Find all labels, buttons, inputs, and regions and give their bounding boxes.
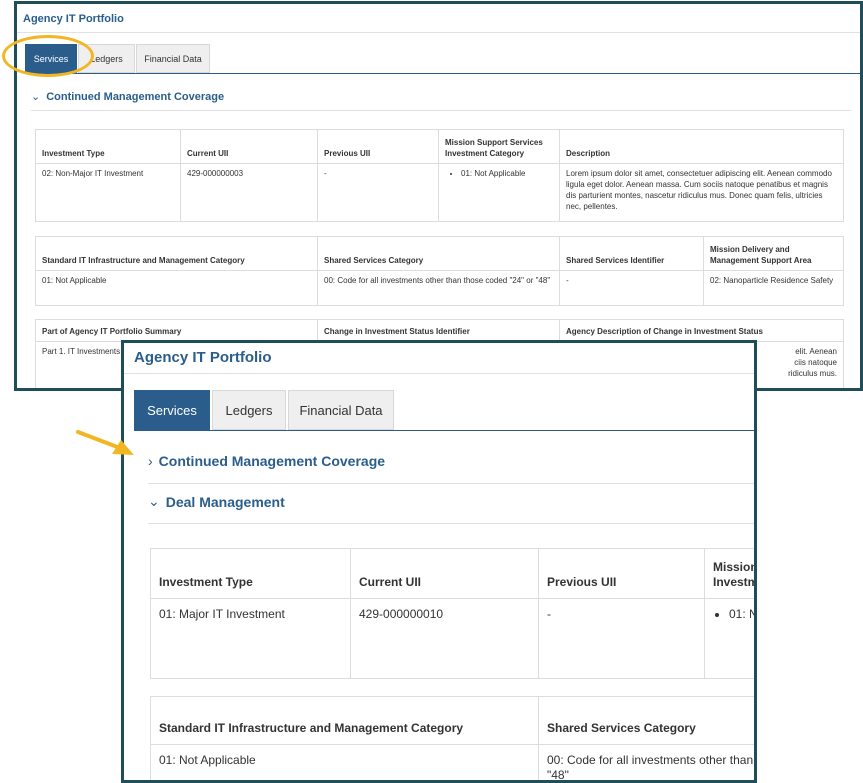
title-divider [17, 32, 860, 33]
cell-line: 00: Code for all investments other than … [547, 753, 757, 767]
table-row: 01: Major IT Investment 429-000000010 - … [150, 598, 754, 679]
column-header: Current UII [180, 129, 318, 164]
front-screenshot-panel: Agency IT Portfolio Services Ledgers Fin… [121, 340, 757, 783]
tab-services[interactable]: Services [134, 390, 210, 430]
column-header: Description [559, 129, 844, 164]
column-header: Standard IT Infrastructure and Managemen… [35, 236, 318, 271]
column-header: Current UII [350, 548, 539, 599]
tab-financial-data[interactable]: Financial Data [288, 390, 394, 430]
table-cell: 00: Code for all investments other than … [538, 744, 757, 782]
column-header: Shared Services Category [538, 696, 754, 745]
investment-table: Investment Type Current UII Previous UII… [150, 548, 757, 679]
column-header: Standard IT Infrastructure and Managemen… [150, 696, 539, 745]
table-cell: 01: Major IT Investment [150, 598, 351, 679]
column-header: Previous UII [317, 129, 439, 164]
list-item: 01: Not Applicable [461, 168, 553, 179]
column-header: Mission Investm [704, 548, 757, 599]
highlight-circle [2, 35, 94, 77]
section-header-continued-management-coverage[interactable]: ⌄ Continued Management Coverage [31, 90, 225, 104]
column-header: Part of Agency IT Portfolio Summary [35, 319, 318, 342]
table-cell: 02: Nanoparticle Residence Safety [703, 270, 844, 306]
back-screenshot-panel: Agency IT Portfolio Services Ledgers Fin… [14, 1, 863, 391]
table-cell: 00: Code for all investments other than … [317, 270, 560, 306]
table-cell: - [538, 598, 705, 679]
tab-ledgers[interactable]: Ledgers [212, 390, 286, 430]
table-cell: 01: Not Applicable [150, 744, 539, 780]
category-table: Standard IT Infrastructure and Managemen… [35, 236, 844, 306]
table-row: 01: Not Applicable 00: Code for all inve… [35, 270, 844, 306]
column-header: Shared Services Identifier [559, 236, 704, 271]
column-header: Mission Delivery and Management Support … [703, 236, 844, 271]
column-header: Mission Support Services Investment Cate… [438, 129, 560, 164]
header-line: Mission [713, 560, 757, 574]
table-cell: 429-000000010 [350, 598, 539, 679]
page-title: Agency IT Portfolio [23, 13, 124, 25]
chevron-right-icon: › [148, 453, 153, 469]
table-row: 02: Non-Major IT Investment 429-00000000… [35, 163, 844, 222]
column-header: Agency Description of Change in Investme… [559, 319, 844, 342]
tab-underline [134, 430, 754, 431]
table-cell: 429-000000003 [180, 163, 318, 222]
table-cell: 01: N [704, 598, 754, 679]
table-cell: - [559, 270, 704, 306]
section-divider [31, 110, 851, 111]
section-title: Continued Management Coverage [46, 90, 225, 103]
column-header: Investment Type [150, 548, 351, 599]
chevron-down-icon: ⌄ [148, 493, 160, 509]
column-header: Change in Investment Status Identifier [317, 319, 560, 342]
page-title: Agency IT Portfolio [134, 349, 272, 366]
table-cell: - [317, 163, 439, 222]
section-header-continued-management-coverage[interactable]: › Continued Management Coverage [148, 453, 385, 469]
section-title: Continued Management Coverage [158, 453, 386, 469]
table-cell: Lorem ipsum dolor sit amet, consectetuer… [559, 163, 844, 222]
tab-underline [25, 73, 860, 74]
pointer-arrow-icon [76, 430, 134, 455]
chevron-down-icon: ⌄ [31, 91, 41, 103]
table-cell: 01: Not Applicable [35, 270, 318, 306]
table-row: 01: Not Applicable 00: Code for all inve… [150, 744, 757, 782]
investment-table: Investment Type Current UII Previous UII… [35, 129, 844, 222]
table-cell: 01: Not Applicable [438, 163, 560, 222]
cell-line: "48" [547, 768, 569, 782]
section-title: Deal Management [165, 493, 285, 510]
category-table: Standard IT Infrastructure and Managemen… [150, 696, 757, 782]
table-cell: 02: Non-Major IT Investment [35, 163, 181, 222]
title-divider [124, 373, 754, 374]
tab-financial-data[interactable]: Financial Data [136, 44, 210, 73]
column-header: Shared Services Category [317, 236, 560, 271]
list-item: 01: N [729, 607, 754, 622]
section-divider [148, 523, 754, 524]
section-divider [148, 483, 754, 484]
column-header: Investment Type [35, 129, 181, 164]
section-header-deal-management[interactable]: ⌄ Deal Management [148, 493, 285, 510]
header-line: Investm [713, 575, 757, 589]
column-header: Previous UII [538, 548, 705, 599]
